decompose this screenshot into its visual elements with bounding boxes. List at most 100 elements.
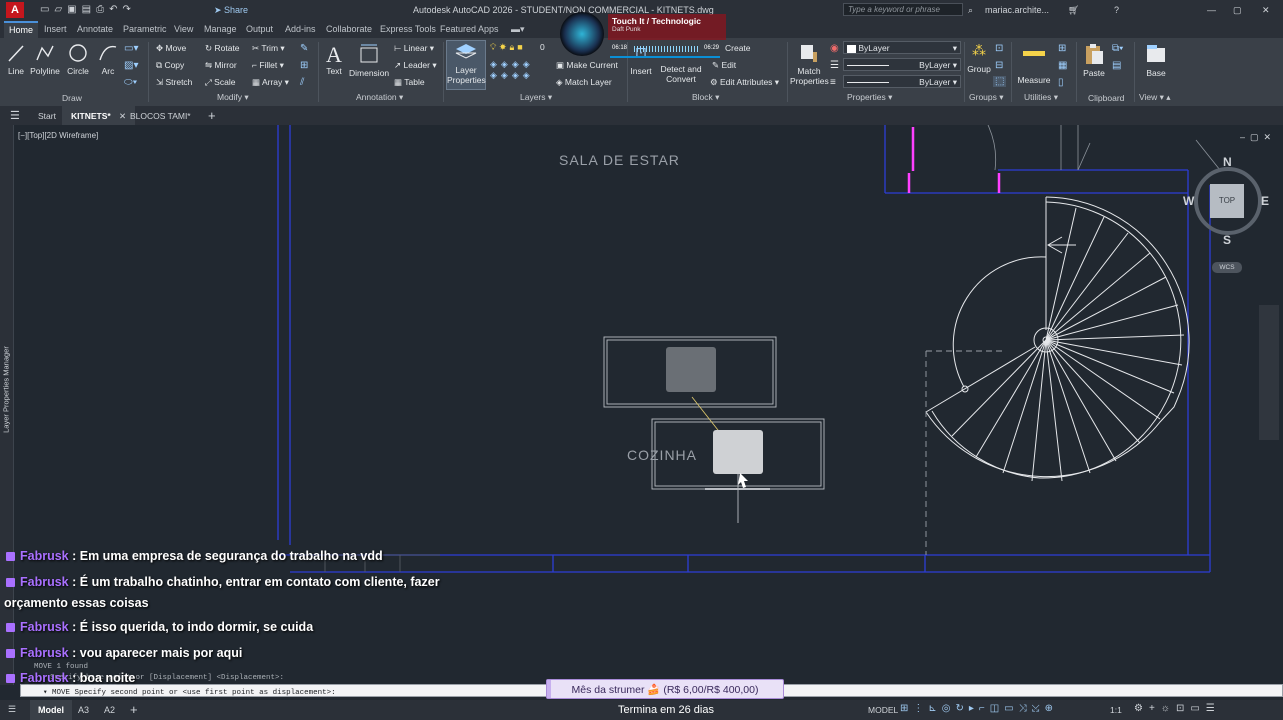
rectangle-icon[interactable]: ▭▾ (124, 43, 138, 54)
measure-button[interactable]: Measure (1016, 42, 1052, 85)
user-menu[interactable]: mariac.archite... (985, 5, 1049, 15)
tab-view[interactable]: View (174, 24, 193, 34)
scale-button[interactable]: ⤢ Scale (205, 77, 235, 88)
add-layout-icon[interactable]: + (130, 702, 138, 717)
close-tab-icon[interactable]: ✕ (119, 111, 126, 121)
viewcube[interactable]: N S E W TOP (1183, 155, 1271, 247)
doc-tab-blocos[interactable]: BLOCOS TAMI* (130, 111, 191, 121)
annotation-scale[interactable]: 1:1 (1110, 705, 1122, 715)
id-point-icon[interactable]: ▯ (1058, 77, 1064, 88)
rotate-button[interactable]: ↻ Rotate (205, 43, 240, 54)
annotation-panel-title[interactable]: Annotation ▾ (356, 92, 403, 103)
tab-manage[interactable]: Manage (204, 24, 237, 34)
clipboard-panel-title[interactable]: Clipboard (1088, 93, 1124, 103)
saveas-icon[interactable]: ▤ (82, 4, 96, 15)
view-panel-title[interactable]: View ▾ ▴ (1139, 92, 1171, 103)
current-layer[interactable]: 0 (540, 42, 545, 52)
mirror-button[interactable]: ⇋ Mirror (205, 60, 237, 71)
arc-button[interactable]: Arc (97, 42, 119, 76)
new-tab-icon[interactable]: + (208, 108, 216, 123)
layer-tool-icons[interactable]: ◈◈◈◈ ◈◈◈◈ (490, 59, 534, 81)
minimize-icon[interactable]: — (1207, 5, 1216, 15)
compass-west[interactable]: W (1183, 194, 1194, 208)
match-layer-button[interactable]: ◈ Match Layer (556, 77, 612, 88)
ungroup-icon[interactable]: ⊡ (995, 43, 1003, 54)
tab-annotate[interactable]: Annotate (77, 24, 113, 34)
base-view-button[interactable]: Base (1142, 42, 1170, 78)
cut-icon[interactable]: ⧉▾ (1112, 43, 1123, 54)
tab-express-tools[interactable]: Express Tools (380, 24, 436, 34)
utilities-panel-title[interactable]: Utilities ▾ (1024, 92, 1058, 103)
tab-parametric[interactable]: Parametric (123, 24, 167, 34)
draw-panel-title[interactable]: Draw (62, 93, 82, 103)
tab-model[interactable]: Model (30, 700, 72, 720)
layer-state-icons[interactable]: 💡︎☀︎🔒︎■ (490, 42, 526, 53)
edit-attributes-button[interactable]: ⚙ Edit Attributes ▾ (710, 77, 779, 88)
model-space-toggle[interactable]: MODEL (868, 705, 898, 715)
layers-panel-title[interactable]: Layers ▾ (520, 92, 552, 103)
circle-button[interactable]: Circle (66, 42, 90, 76)
status-settings-icons[interactable]: ⚙+☼⊡▭☰ (1134, 703, 1221, 714)
tab-layout-a3[interactable]: A3 (78, 705, 89, 715)
table-button[interactable]: ▦ Table (394, 77, 425, 88)
detect-convert-button[interactable]: Detect and Convert (660, 54, 702, 84)
group-button[interactable]: ⁂ Group (967, 42, 991, 74)
share-button[interactable]: ➤ Share (214, 5, 248, 16)
autocad-logo[interactable]: A (6, 2, 24, 18)
text-button[interactable]: A Text (323, 42, 345, 76)
navigation-bar[interactable] (1259, 305, 1279, 440)
paste-button[interactable]: Paste (1081, 42, 1107, 78)
make-current-button[interactable]: ▣ Make Current (556, 60, 618, 71)
group-edit-icon[interactable]: ⊟ (995, 60, 1003, 71)
ellipse-icon[interactable]: ⬭▾ (124, 77, 137, 88)
offset-icon[interactable]: ⫽ (300, 77, 304, 88)
help-icon[interactable]: ? (1114, 5, 1119, 15)
erase-icon[interactable]: ✎ (300, 43, 308, 54)
group-select-icon[interactable]: ⬚ (993, 76, 1007, 87)
cart-icon[interactable]: 🛒︎ (1068, 5, 1079, 16)
close-icon[interactable]: ✕ (1262, 5, 1270, 16)
linetype-dropdown[interactable]: ByLayer ▾ (843, 58, 961, 71)
trim-button[interactable]: ✂ Trim ▾ (252, 43, 285, 54)
save-icon[interactable]: ▣ (67, 4, 81, 15)
fillet-button[interactable]: ⌐ Fillet ▾ (252, 60, 284, 71)
tab-featured-apps[interactable]: Featured Apps (440, 24, 499, 34)
dimension-button[interactable]: Dimension (349, 42, 389, 78)
match-properties-button[interactable]: Match Properties (790, 42, 829, 86)
lineweight-dropdown[interactable]: ByLayer ▾ (843, 75, 961, 88)
layout-menu-icon[interactable]: ☰ (8, 704, 16, 715)
leader-button[interactable]: ↗ Leader ▾ (394, 60, 437, 71)
quick-select-icon[interactable]: ⊞ (1058, 43, 1066, 54)
wcs-menu[interactable]: WCS (1212, 262, 1242, 273)
tab-output[interactable]: Output (246, 24, 273, 34)
status-toggle-icons[interactable]: ⊞⋮⊾◎↻▸⌐◫▭⤨⤩⊕ (900, 703, 1058, 714)
move-button[interactable]: ✥ Move (156, 43, 186, 54)
hatch-icon[interactable]: ▨▾ (124, 60, 138, 71)
tab-layout-a2[interactable]: A2 (104, 705, 115, 715)
modify-panel-title[interactable]: Modify ▾ (217, 92, 249, 103)
open-icon[interactable]: ▱ (54, 4, 67, 15)
tab-home[interactable]: Home (4, 21, 39, 38)
doc-tab-start[interactable]: Start (38, 111, 56, 121)
tab-collaborate[interactable]: Collaborate (326, 24, 372, 34)
compass-south[interactable]: S (1223, 233, 1231, 247)
layer-properties-button[interactable]: Layer Properties (446, 40, 486, 90)
undo-icon[interactable]: ↶ (109, 4, 122, 15)
tab-insert[interactable]: Insert (44, 24, 67, 34)
array-button[interactable]: ▦ Array ▾ (252, 77, 289, 88)
ribbon-toggle-icon[interactable]: ▬▾ (511, 24, 525, 35)
plot-icon[interactable]: ⎙ (96, 4, 109, 15)
copy-button[interactable]: ⧉ Copy (156, 60, 184, 71)
app-menu-icon[interactable]: ☰ (10, 109, 20, 122)
tab-addins[interactable]: Add-ins (285, 24, 316, 34)
linear-button[interactable]: ⊢ Linear ▾ (394, 43, 434, 54)
search-input[interactable]: Type a keyword or phrase (843, 3, 963, 16)
block-panel-title[interactable]: Block ▾ (692, 92, 719, 103)
groups-panel-title[interactable]: Groups ▾ (969, 92, 1004, 103)
edit-block-button[interactable]: ✎ Edit (712, 60, 736, 71)
copy-clip-icon[interactable]: ▤ (1112, 60, 1121, 71)
drawing-viewport[interactable]: [−][Top][2D Wireframe] Layer Properties … (0, 125, 1283, 700)
search-icon[interactable]: ⌕ (968, 5, 973, 16)
doc-tab-kitnets[interactable]: KITNETS* ✕ (62, 106, 136, 125)
explode-icon[interactable]: ⊞ (300, 60, 308, 71)
